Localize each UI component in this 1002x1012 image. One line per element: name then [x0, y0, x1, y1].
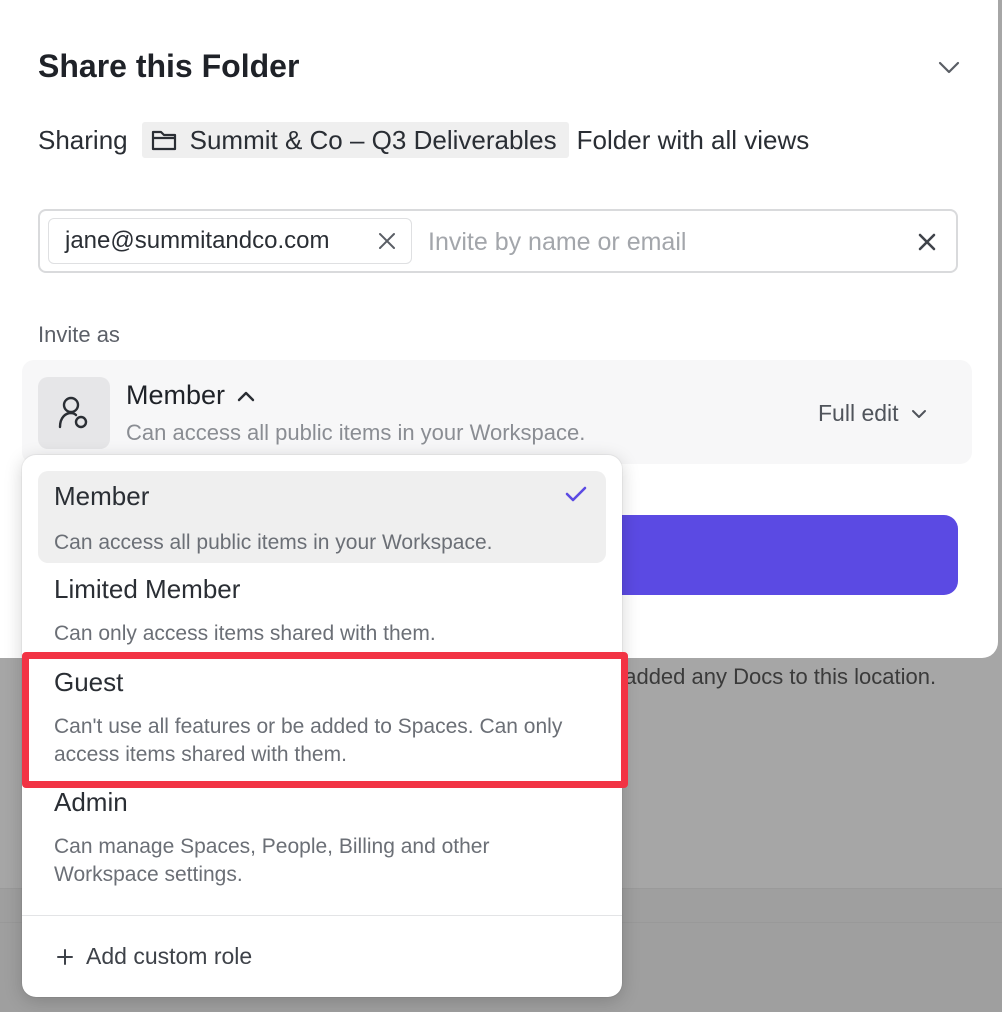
option-title: Guest [54, 667, 124, 697]
modal-title: Share this Folder [38, 48, 300, 84]
member-role-icon [58, 396, 88, 429]
sharing-description: Sharing Summit & Co – Q3 Deliverables Fo… [38, 122, 809, 158]
chevron-up-icon [237, 391, 255, 401]
option-description: Can access all public items in your Work… [54, 531, 493, 554]
invite-input[interactable] [428, 225, 898, 259]
sharing-prefix: Sharing [38, 124, 128, 155]
role-description: Can access all public items in your Work… [126, 420, 586, 445]
dropdown-divider [22, 915, 622, 916]
role-option-admin[interactable]: Admin Can manage Spaces, People, Billing… [38, 777, 606, 897]
add-custom-role-label: Add custom role [86, 943, 253, 969]
sharing-suffix: Folder with all views [576, 124, 810, 155]
invite-field[interactable]: jane@summitandco.com [38, 209, 958, 273]
invite-as-label: Invite as [38, 322, 120, 347]
role-option-limited-member[interactable]: Limited Member Can only access items sha… [38, 564, 606, 656]
role-option-member[interactable]: Member Can access all public items in yo… [38, 471, 606, 563]
collapse-button[interactable] [934, 56, 964, 80]
option-title: Admin [54, 787, 128, 817]
folder-name: Summit & Co – Q3 Deliverables [189, 124, 557, 155]
send-invite-button[interactable] [598, 515, 958, 595]
permission-select[interactable]: Full edit [818, 400, 927, 427]
remove-chip-icon[interactable] [377, 231, 397, 251]
role-dropdown: Member Can access all public items in yo… [22, 455, 622, 997]
option-description: Can't use all features or be added to Sp… [54, 715, 563, 766]
chevron-down-icon [938, 61, 960, 74]
clear-icon[interactable] [916, 231, 938, 253]
role-selector[interactable]: Member [126, 380, 255, 411]
option-title: Member [54, 481, 150, 511]
checkmark-icon [565, 486, 587, 502]
option-description: Can manage Spaces, People, Billing and o… [54, 835, 490, 886]
option-title: Limited Member [54, 574, 241, 604]
plus-icon [57, 948, 73, 965]
role-avatar [38, 377, 110, 449]
folder-chip: Summit & Co – Q3 Deliverables [141, 122, 569, 158]
email-chip-label: jane@summitandco.com [65, 227, 330, 254]
background-empty-message: t added any Docs to this location. [612, 664, 937, 689]
option-description: Can only access items shared with them. [54, 622, 436, 645]
folder-icon [151, 130, 176, 151]
email-chip: jane@summitandco.com [48, 218, 412, 264]
add-custom-role-button[interactable]: Add custom role [56, 943, 252, 970]
role-name: Member [126, 380, 226, 410]
permission-label: Full edit [818, 400, 899, 426]
role-row: Member Can access all public items in yo… [22, 360, 972, 464]
role-option-guest[interactable]: Guest Can't use all features or be added… [38, 657, 606, 777]
chevron-down-icon [911, 409, 926, 418]
